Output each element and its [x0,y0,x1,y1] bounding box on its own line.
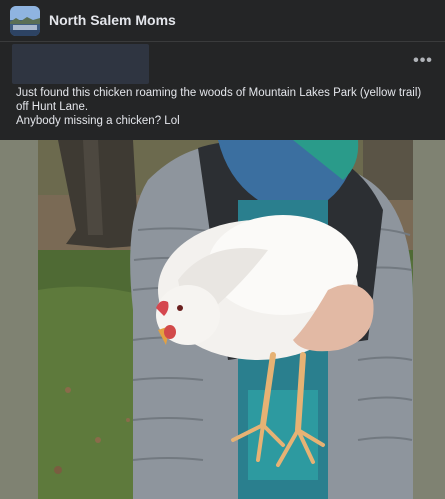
post-text-line: Just found this chicken roaming the wood… [16,87,422,113]
more-options-icon[interactable]: ••• [409,52,437,74]
group-name[interactable]: North Salem Moms [49,12,176,28]
redacted-author-block [12,44,149,84]
post-text: Just found this chicken roaming the wood… [16,86,436,128]
group-avatar[interactable] [10,6,40,36]
facebook-group-post: North Salem Moms ••• Just found this chi… [0,0,445,499]
post-text-line: Anybody missing a chicken? Lol [16,115,180,127]
chicken-photo [38,140,413,499]
post-photo[interactable] [38,140,413,499]
group-avatar-image [10,6,40,36]
group-header[interactable]: North Salem Moms [0,0,445,42]
